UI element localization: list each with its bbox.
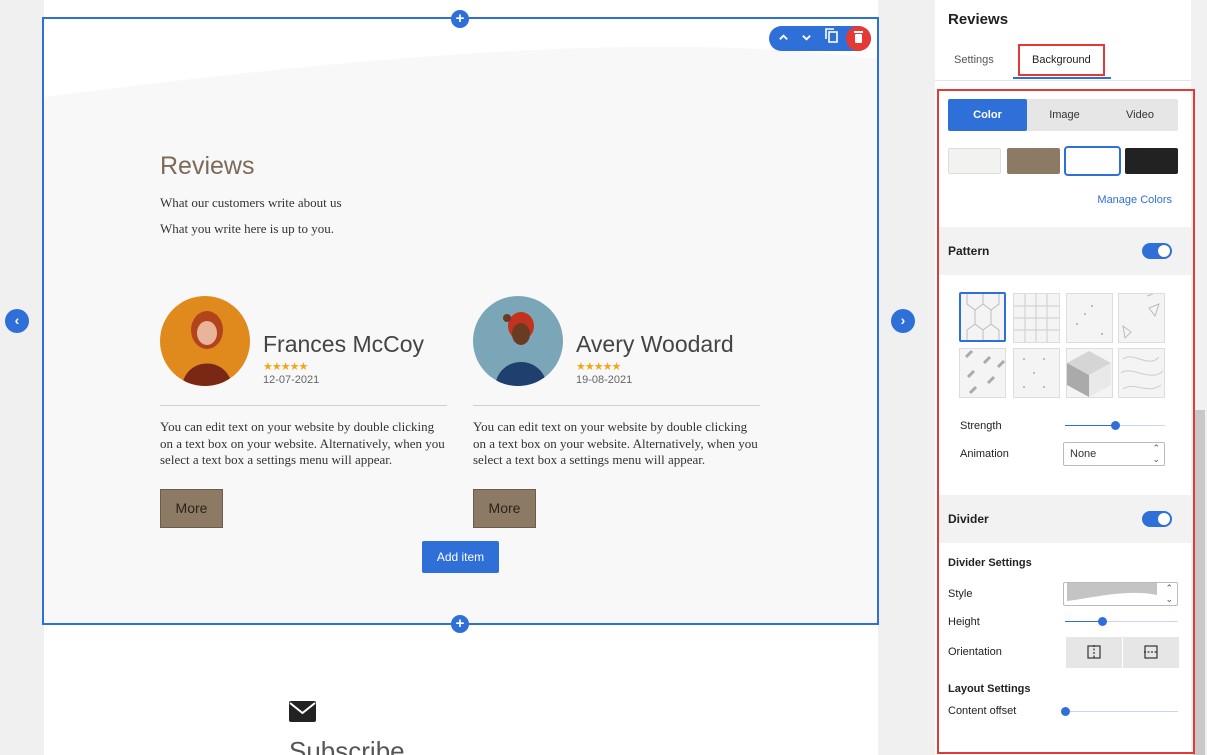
color-swatch[interactable] — [1125, 148, 1178, 174]
rating-stars: ★★★★★ — [263, 361, 308, 373]
envelope-icon — [289, 701, 316, 722]
divider-label: Divider — [948, 512, 989, 526]
divider-settings-heading: Divider Settings — [948, 557, 1032, 569]
panel-divider — [935, 80, 1191, 81]
trash-icon[interactable] — [846, 26, 871, 51]
settings-panel: Reviews Settings Background Color Image … — [935, 0, 1207, 755]
avatar[interactable] — [160, 296, 250, 386]
strength-slider[interactable] — [1065, 421, 1165, 430]
pattern-hexagon[interactable] — [959, 292, 1006, 342]
copy-icon[interactable] — [820, 26, 842, 51]
pattern-dots-grid[interactable] — [1013, 348, 1060, 398]
orientation-label: Orientation — [948, 646, 1002, 658]
tab-background[interactable]: Background — [1032, 54, 1091, 66]
tab-settings[interactable]: Settings — [954, 54, 994, 66]
color-swatch[interactable] — [948, 148, 1001, 174]
manage-colors-link[interactable]: Manage Colors — [1097, 194, 1172, 206]
bg-type-video[interactable]: Video — [1102, 99, 1178, 131]
more-button[interactable]: More — [160, 489, 223, 528]
active-tab-indicator — [1013, 77, 1111, 79]
pattern-diagonal-dashes[interactable] — [959, 348, 1006, 398]
bg-type-image[interactable]: Image — [1027, 99, 1102, 131]
next-slide-button[interactable]: › — [891, 309, 915, 333]
pattern-label: Pattern — [948, 244, 990, 258]
pattern-topographic[interactable] — [1118, 348, 1165, 398]
pattern-grid[interactable] — [1013, 293, 1060, 343]
content-offset-label: Content offset — [948, 705, 1017, 717]
reviewer-name[interactable]: Avery Woodard — [576, 331, 734, 358]
add-section-above-button[interactable]: + — [451, 10, 469, 28]
slider-knob[interactable] — [1098, 617, 1107, 626]
flip-vertical-icon — [1144, 645, 1158, 659]
rating-stars: ★★★★★ — [576, 361, 621, 373]
bg-type-color[interactable]: Color — [948, 99, 1027, 131]
orientation-flip-vertical-button[interactable] — [1123, 637, 1179, 668]
animation-select[interactable]: None ⌃ ⌄ — [1063, 442, 1165, 466]
select-arrows-icon: ⌃ ⌄ — [1152, 443, 1160, 464]
section-subtitle[interactable]: What our customers write about us — [160, 195, 342, 211]
avatar[interactable] — [473, 296, 563, 386]
chevron-down-icon[interactable] — [795, 26, 817, 51]
animation-label: Animation — [960, 448, 1009, 460]
divider-toggle[interactable] — [1142, 511, 1172, 527]
pattern-dots-sparse[interactable] — [1066, 293, 1113, 343]
flip-horizontal-icon — [1087, 645, 1101, 659]
layout-settings-heading: Layout Settings — [948, 683, 1031, 695]
review-text[interactable]: You can edit text on your website by dou… — [473, 419, 763, 469]
divider-style-preview — [1067, 583, 1157, 601]
prev-slide-button[interactable]: ‹ — [5, 309, 29, 333]
panel-title: Reviews — [948, 11, 1009, 28]
add-item-button[interactable]: Add item — [422, 541, 499, 573]
subscribe-heading[interactable]: Subscribe — [289, 736, 405, 755]
content-offset-slider[interactable] — [1061, 707, 1178, 716]
divider-section-header: Divider — [939, 495, 1191, 543]
height-slider[interactable] — [1065, 617, 1178, 626]
editor-canvas: + + ‹ › Reviews What our customers write… — [0, 0, 935, 755]
reviewer-name[interactable]: Frances McCoy — [263, 331, 424, 358]
section-title[interactable]: Reviews — [160, 152, 254, 181]
style-label: Style — [948, 588, 973, 600]
strength-label: Strength — [960, 420, 1002, 432]
select-arrows-icon: ⌃ ⌄ — [1165, 583, 1173, 604]
divider-line — [160, 405, 447, 406]
pattern-toggle[interactable] — [1142, 243, 1172, 259]
pattern-cubes[interactable] — [1066, 348, 1113, 398]
pattern-triangles[interactable] — [1118, 293, 1165, 343]
divider-line — [473, 405, 760, 406]
orientation-flip-horizontal-button[interactable] — [1066, 637, 1122, 668]
section-toolbar — [769, 26, 871, 51]
pattern-section-header: Pattern — [939, 227, 1191, 275]
review-date[interactable]: 19-08-2021 — [576, 374, 632, 386]
chevron-up-icon[interactable] — [772, 26, 794, 51]
review-text[interactable]: You can edit text on your website by dou… — [160, 419, 450, 469]
height-label: Height — [948, 616, 980, 628]
section-divider-shape — [44, 19, 877, 97]
divider-style-select[interactable]: ⌃ ⌄ — [1063, 582, 1178, 606]
color-swatch[interactable] — [1007, 148, 1060, 174]
review-date[interactable]: 12-07-2021 — [263, 374, 319, 386]
more-button[interactable]: More — [473, 489, 536, 528]
animation-value: None — [1070, 448, 1097, 460]
section-description[interactable]: What you write here is up to you. — [160, 221, 334, 237]
slider-knob[interactable] — [1111, 421, 1120, 430]
slider-knob[interactable] — [1061, 707, 1070, 716]
color-swatch-selected[interactable] — [1064, 146, 1121, 176]
background-type-selector: Color Image Video — [948, 99, 1178, 131]
add-section-below-button[interactable]: + — [451, 615, 469, 633]
